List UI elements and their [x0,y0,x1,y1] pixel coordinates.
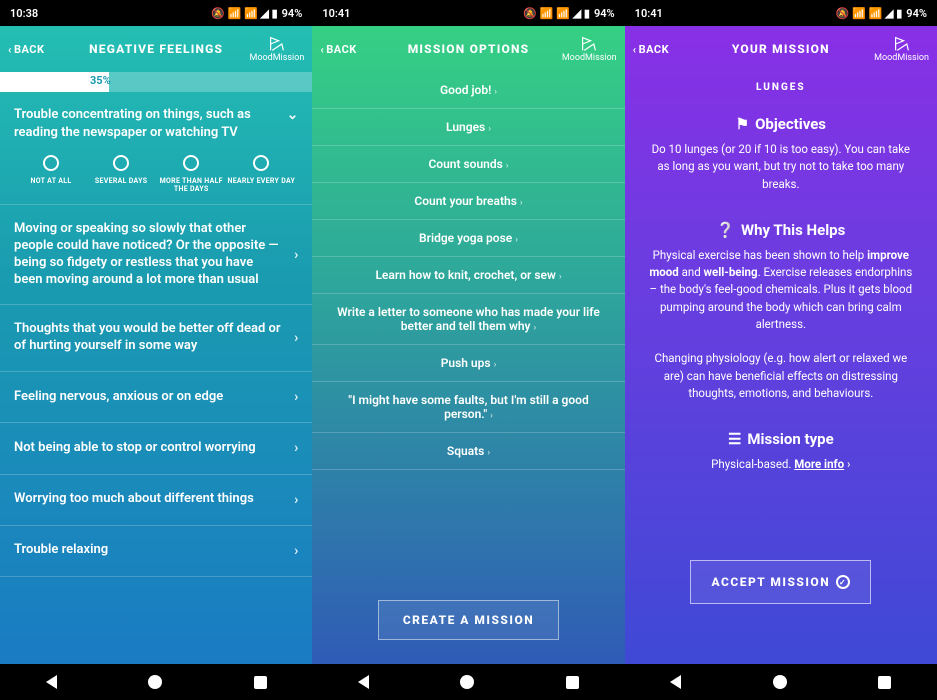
status-time: 10:38 [10,7,38,20]
radio-icon [113,155,129,171]
chevron-right-icon: › [487,448,490,458]
android-navbar [625,664,937,700]
status-bar: 10:38 🔕 📶 📶 ◢ ▮ 94% [0,0,312,26]
answer-options: NOT AT ALL SEVERAL DAYS MORE THAN HALF T… [14,155,298,194]
mission-item[interactable]: "I might have some faults, but I'm still… [312,382,624,433]
page-title: MISSION OPTIONS [312,42,624,56]
chevron-right-icon: › [294,246,298,264]
more-info-link[interactable]: More info [794,457,844,471]
nav-recent-icon[interactable] [878,676,891,689]
nav-back-icon[interactable] [358,675,369,689]
mission-item[interactable]: Count your breaths› [312,183,624,220]
status-time: 10:41 [635,7,663,20]
check-circle-icon: ✓ [836,575,850,589]
screen-your-mission: 10:41 🔕 📶 📶 ◢ ▮ 94% ‹ BACK YOUR MISSION … [625,0,937,700]
question-icon: ❔ [716,221,735,239]
option-nearly-every-day[interactable]: NEARLY EVERY DAY [226,155,296,194]
chevron-right-icon: › [534,323,537,333]
page-title: NEGATIVE FEELINGS [0,42,312,56]
type-title: ☰Mission type [649,430,913,448]
mission-item[interactable]: Learn how to knit, crochet, or sew› [312,257,624,294]
nav-recent-icon[interactable] [566,676,579,689]
mission-item[interactable]: Good job!› [312,72,624,109]
chevron-right-icon: › [506,161,509,171]
why-body: Physical exercise has been shown to help… [649,247,913,402]
chevron-right-icon: › [294,388,298,406]
question-item[interactable]: Trouble relaxing› [0,526,312,577]
status-icons: 🔕 📶 📶 ◢ ▮ 94% [523,7,614,20]
mission-list: Good job!› Lunges› Count sounds› Count y… [312,72,624,576]
chevron-right-icon: › [294,439,298,457]
type-section: ☰Mission type Physical-based. More info … [625,418,937,489]
expanded-question[interactable]: Trouble concentrating on things, such as… [0,92,312,205]
radio-icon [253,155,269,171]
objectives-title: ⚑Objectives [649,115,913,133]
question-item[interactable]: Worrying too much about different things… [0,475,312,526]
question-item[interactable]: Thoughts that you would be better off de… [0,305,312,372]
page-title: YOUR MISSION [625,42,937,56]
why-section: ❔Why This Helps Physical exercise has be… [625,209,937,418]
radio-icon [183,155,199,171]
chevron-right-icon: › [559,272,562,282]
mission-item[interactable]: Count sounds› [312,146,624,183]
android-navbar [0,664,312,700]
header: ‹ BACK MISSION OPTIONS MoodMission [312,26,624,72]
mission-item[interactable]: Lunges› [312,109,624,146]
status-bar: 10:41 🔕 📶 📶 ◢ ▮ 94% [625,0,937,26]
status-time: 10:41 [322,7,350,20]
option-not-at-all[interactable]: NOT AT ALL [16,155,86,194]
objectives-section: ⚑Objectives Do 10 lunges (or 20 if 10 is… [625,103,937,209]
mission-item[interactable]: Write a letter to someone who has made y… [312,294,624,345]
nav-home-icon[interactable] [773,675,787,689]
radio-icon [43,155,59,171]
chevron-right-icon: › [294,491,298,509]
screen-mission-options: 10:41 🔕 📶 📶 ◢ ▮ 94% ‹ BACK MISSION OPTIO… [312,0,624,700]
nav-recent-icon[interactable] [254,676,267,689]
nav-home-icon[interactable] [460,675,474,689]
mission-name: LUNGES [625,72,937,103]
chevron-down-icon: ⌄ [287,106,299,141]
nav-home-icon[interactable] [148,675,162,689]
create-mission-button[interactable]: CREATE A MISSION [378,600,559,640]
mission-item[interactable]: Bridge yoga pose› [312,220,624,257]
chevron-right-icon: › [494,87,497,97]
progress-label: 35% [90,74,111,87]
chevron-right-icon: › [490,411,493,421]
option-several-days[interactable]: SEVERAL DAYS [86,155,156,194]
type-body: Physical-based. More info › [649,456,913,473]
nav-back-icon[interactable] [670,675,681,689]
chevron-right-icon: › [488,124,491,134]
header: ‹ BACK YOUR MISSION MoodMission [625,26,937,72]
flag-icon: ⚑ [736,115,749,133]
progress-bar: 35% [0,72,312,92]
question-item[interactable]: Not being able to stop or control worryi… [0,423,312,474]
status-icons: 🔕 📶 📶 ◢ ▮ 94% [211,7,302,20]
chevron-right-icon: › [494,360,497,370]
header: ‹ BACK NEGATIVE FEELINGS MoodMission [0,26,312,72]
why-title: ❔Why This Helps [649,221,913,239]
status-bar: 10:41 🔕 📶 📶 ◢ ▮ 94% [312,0,624,26]
nav-back-icon[interactable] [46,675,57,689]
chevron-right-icon: › [520,198,523,208]
mission-item[interactable]: Squats› [312,433,624,470]
accept-mission-button[interactable]: ACCEPT MISSION ✓ [690,560,871,604]
chevron-right-icon: › [515,235,518,245]
chevron-right-icon: › [294,542,298,560]
question-item[interactable]: Moving or speaking so slowly that other … [0,205,312,306]
android-navbar [312,664,624,700]
chevron-right-icon: › [294,329,298,347]
list-icon: ☰ [728,430,741,448]
mission-item[interactable]: Push ups› [312,345,624,382]
screen-negative-feelings: 10:38 🔕 📶 📶 ◢ ▮ 94% ‹ BACK NEGATIVE FEEL… [0,0,312,700]
option-more-than-half[interactable]: MORE THAN HALF THE DAYS [156,155,226,194]
objectives-body: Do 10 lunges (or 20 if 10 is too easy). … [649,141,913,193]
chevron-right-icon: › [847,457,850,471]
question-item[interactable]: Feeling nervous, anxious or on edge› [0,372,312,423]
status-icons: 🔕 📶 📶 ◢ ▮ 94% [836,7,927,20]
